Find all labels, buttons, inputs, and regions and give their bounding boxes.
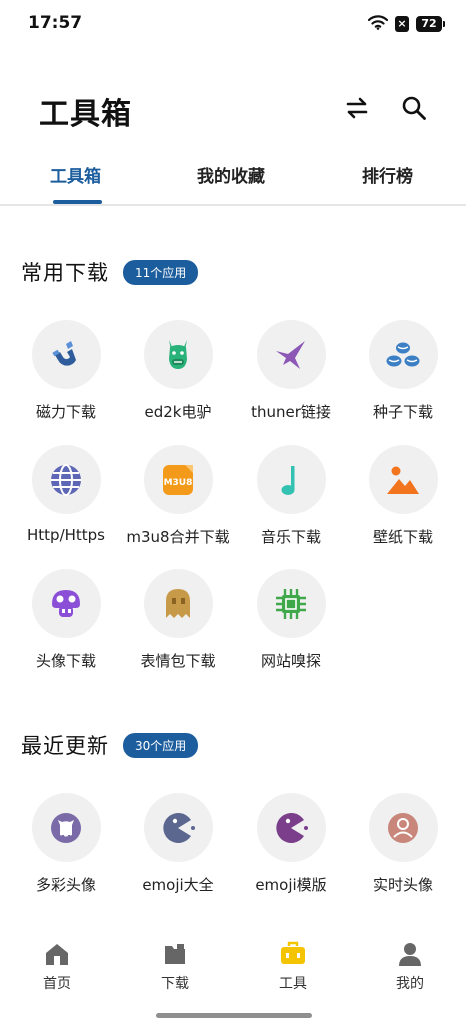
app-label: emoji大全 bbox=[142, 876, 214, 894]
section-title: 常用下载 bbox=[21, 261, 109, 285]
battery-icon: 72 bbox=[416, 16, 445, 32]
app-label: 音乐下载 bbox=[260, 528, 321, 546]
github-icon bbox=[31, 793, 101, 862]
app-label: emoji模版 bbox=[255, 876, 327, 894]
seeds-icon bbox=[368, 320, 438, 389]
nav-tools[interactable]: 工具 bbox=[248, 940, 338, 993]
tab-toolbox[interactable]: 工具箱 bbox=[50, 162, 101, 187]
donkey-icon bbox=[143, 320, 213, 389]
section-header-common-downloads: 常用下载 11个应用 bbox=[21, 257, 199, 287]
section-header-recent-updates: 最近更新 30个应用 bbox=[21, 730, 199, 760]
app-http-download[interactable]: Http/Https bbox=[11, 445, 121, 544]
app-thunder-link[interactable]: thuner链接 bbox=[236, 320, 346, 422]
tab-favorites[interactable]: 我的收藏 bbox=[197, 162, 265, 187]
music-note-icon bbox=[256, 445, 326, 514]
section-title: 最近更新 bbox=[21, 734, 109, 758]
folder-icon bbox=[130, 940, 220, 968]
pacman-icon bbox=[256, 793, 326, 862]
svg-text:M3U8: M3U8 bbox=[164, 478, 193, 488]
nav-home[interactable]: 首页 bbox=[12, 940, 102, 993]
pacman-icon bbox=[143, 793, 213, 862]
swap-button[interactable] bbox=[341, 92, 373, 124]
app-torrent-download[interactable]: 种子下载 bbox=[348, 320, 458, 422]
home-indicator[interactable] bbox=[156, 1013, 312, 1018]
search-icon bbox=[402, 96, 426, 120]
toolbox-icon bbox=[248, 940, 338, 968]
home-icon bbox=[12, 940, 102, 968]
app-label: 壁纸下载 bbox=[372, 528, 433, 546]
status-time: 17:57 bbox=[28, 13, 83, 33]
nav-profile[interactable]: 我的 bbox=[365, 940, 455, 993]
swap-arrows-icon bbox=[346, 97, 368, 119]
app-label: ed2k电驴 bbox=[144, 403, 212, 421]
nav-label: 我的 bbox=[396, 976, 424, 992]
app-label: 网站嗅探 bbox=[260, 652, 321, 670]
app-label: 多彩头像 bbox=[35, 876, 96, 894]
profile-icon bbox=[365, 940, 455, 968]
app-ed2k-donkey[interactable]: ed2k电驴 bbox=[123, 320, 233, 422]
app-label: 实时头像 bbox=[372, 876, 433, 894]
globe-icon bbox=[31, 445, 101, 514]
m3u8-icon: M3U8 bbox=[143, 445, 213, 514]
wifi-icon bbox=[367, 14, 389, 34]
search-button[interactable] bbox=[398, 92, 430, 124]
app-wallpaper-download[interactable]: 壁纸下载 bbox=[348, 445, 458, 547]
app-sticker-download[interactable]: 表情包下载 bbox=[123, 569, 233, 671]
bird-icon bbox=[256, 320, 326, 389]
app-label: 头像下载 bbox=[35, 652, 96, 670]
nav-label: 下载 bbox=[161, 976, 189, 992]
app-live-avatar[interactable]: 实时头像 bbox=[348, 793, 458, 895]
landscape-icon bbox=[368, 445, 438, 514]
status-icons: × 72 bbox=[367, 14, 445, 34]
person-icon bbox=[368, 793, 438, 862]
nav-label: 工具 bbox=[279, 976, 307, 992]
no-sim-icon: × bbox=[395, 16, 409, 32]
app-avatar-download[interactable]: 头像下载 bbox=[11, 569, 121, 671]
app-label: 表情包下载 bbox=[140, 652, 216, 670]
app-label: Http/Https bbox=[27, 526, 105, 544]
app-label: thuner链接 bbox=[251, 403, 331, 421]
app-count-badge: 11个应用 bbox=[123, 259, 199, 285]
bottom-navigation: 首页 下载 工具 我的 bbox=[0, 924, 466, 1026]
app-site-sniffer[interactable]: 网站嗅探 bbox=[236, 569, 346, 671]
active-tab-indicator bbox=[53, 200, 102, 204]
app-count-badge: 30个应用 bbox=[123, 732, 199, 758]
page-title: 工具箱 bbox=[39, 97, 132, 132]
app-label: 磁力下载 bbox=[35, 403, 96, 421]
tab-ranking[interactable]: 排行榜 bbox=[362, 162, 413, 187]
chip-icon bbox=[256, 569, 326, 638]
app-colorful-avatar[interactable]: 多彩头像 bbox=[11, 793, 121, 895]
nav-download[interactable]: 下载 bbox=[130, 940, 220, 993]
app-emoji-collection[interactable]: emoji大全 bbox=[123, 793, 233, 895]
magnet-icon bbox=[31, 320, 101, 389]
app-magnet-download[interactable]: 磁力下载 bbox=[11, 320, 121, 422]
app-music-download[interactable]: 音乐下载 bbox=[236, 445, 346, 547]
mushroom-icon bbox=[31, 569, 101, 638]
app-label: m3u8合并下载 bbox=[126, 528, 230, 546]
app-m3u8-merge[interactable]: M3U8 m3u8合并下载 bbox=[123, 445, 233, 547]
ghost-icon bbox=[143, 569, 213, 638]
app-label: 种子下载 bbox=[372, 403, 433, 421]
nav-label: 首页 bbox=[43, 976, 71, 992]
status-bar: 17:57 × 72 bbox=[0, 0, 466, 48]
tab-bar: 工具箱 我的收藏 排行榜 bbox=[0, 150, 466, 206]
app-emoji-template[interactable]: emoji模版 bbox=[236, 793, 346, 895]
